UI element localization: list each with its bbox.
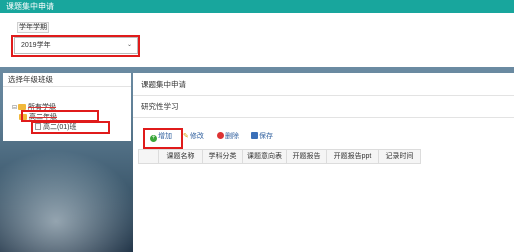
window-title: 课题集中申请: [0, 0, 514, 13]
delete-button[interactable]: 删除: [217, 130, 239, 144]
column-header[interactable]: 课题名称: [159, 150, 203, 163]
expand-icon: ⊟: [12, 105, 18, 111]
add-button[interactable]: + 增加: [150, 130, 172, 144]
class-icon: [35, 123, 41, 130]
tree-item-class-01[interactable]: 高二(01)班: [35, 123, 76, 132]
column-header[interactable]: 开题报告: [287, 150, 327, 163]
grade-panel: 选择年级班级 ⊟ 所有学级 高二年级 高二(01)班: [3, 73, 131, 141]
column-header[interactable]: 学科分类: [203, 150, 243, 163]
tree-item-label: 所有学级: [28, 104, 57, 111]
column-header[interactable]: 开题报告ppt: [327, 150, 379, 163]
column-header[interactable]: 记录时间: [379, 150, 420, 163]
term-select-value: 2019学年: [21, 42, 51, 49]
plus-icon: +: [150, 135, 157, 142]
toolbar: + 增加 ✎修改 删除 保存: [133, 130, 514, 144]
tree-item-grade-2[interactable]: 高二年级: [19, 113, 57, 122]
section-title: 研究性学习: [133, 96, 514, 118]
main-panel: 课题集中申请 研究性学习 + 增加 ✎修改 删除 保存 课题名称 学科分类 课题意…: [133, 73, 514, 252]
delete-icon: [217, 132, 224, 139]
save-icon: [251, 132, 258, 139]
tree-item-label: 高二(01)班: [43, 124, 77, 131]
tree-item-all-grades[interactable]: ⊟ 所有学级: [12, 103, 56, 113]
save-button-label: 保存: [259, 133, 273, 140]
tree-item-label: 高二年级: [29, 114, 57, 121]
background-glow: [0, 150, 140, 252]
pencil-icon: ✎: [183, 133, 189, 140]
add-button-label: 增加: [158, 133, 172, 140]
grade-panel-title: 选择年级班级: [3, 73, 131, 87]
chevron-down-icon: ⌄: [126, 42, 132, 48]
folder-icon: [18, 104, 27, 110]
term-label: 学年学期: [17, 22, 49, 33]
term-select[interactable]: 2019学年 ⌄: [14, 37, 138, 54]
edit-button-label: 修改: [189, 133, 204, 140]
folder-icon: [19, 114, 27, 120]
edit-button[interactable]: ✎修改: [183, 130, 204, 144]
term-panel: 学年学期 2019学年 ⌄: [0, 13, 514, 67]
table-header: 课题名称 学科分类 课题意向表 开题报告 开题报告ppt 记录时间: [138, 149, 421, 164]
save-button[interactable]: 保存: [251, 130, 273, 144]
row-number-header: [139, 150, 159, 163]
main-header: 课题集中申请: [133, 73, 514, 96]
column-header[interactable]: 课题意向表: [243, 150, 287, 163]
delete-button-label: 删除: [225, 133, 239, 140]
